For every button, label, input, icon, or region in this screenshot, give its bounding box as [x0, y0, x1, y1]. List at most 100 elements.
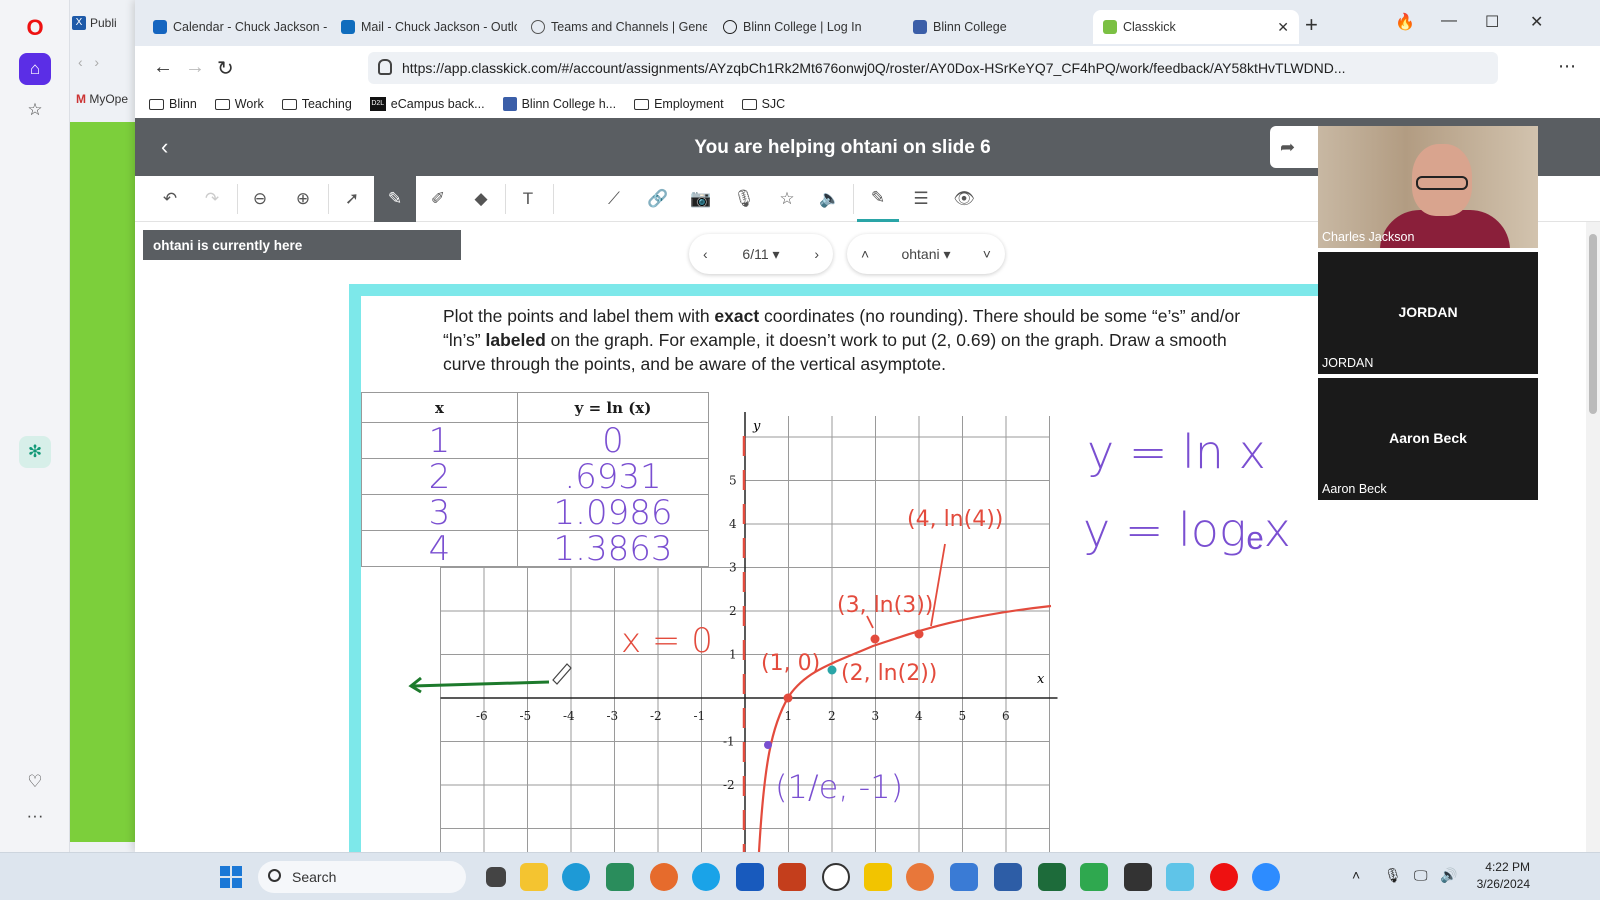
chevron-up-icon[interactable]: ˄ — [1352, 867, 1360, 883]
volume-icon[interactable]: 🔊 — [1440, 867, 1457, 884]
app-icon[interactable] — [692, 863, 720, 891]
opera-logo-icon[interactable]: O — [19, 12, 51, 44]
slide-select[interactable]: 6/11 ▾ — [742, 246, 779, 263]
start-button[interactable] — [220, 866, 242, 888]
taskbar-search[interactable]: Search — [258, 861, 466, 893]
maximize-button[interactable]: ☐ — [1485, 12, 1499, 32]
tab-classkick[interactable]: Classkick ✕ — [1093, 10, 1299, 44]
sticker-icon[interactable]: ☆ — [766, 176, 808, 222]
close-window-button[interactable]: ✕ — [1530, 12, 1543, 32]
y-axis-label: y — [752, 419, 761, 434]
network-icon[interactable]: 🖵 — [1414, 867, 1428, 884]
student-select[interactable]: ohtani ▾ — [901, 246, 950, 263]
word-icon[interactable] — [736, 863, 764, 891]
page-scrollbar[interactable] — [1586, 222, 1600, 852]
audio-icon[interactable]: 🔈 — [809, 176, 851, 222]
line-icon[interactable]: ⟋ — [593, 176, 635, 222]
back-icon[interactable]: ← — [153, 56, 173, 79]
camera-icon[interactable]: 📷 — [680, 176, 722, 222]
menu-icon[interactable]: ⋯ — [1558, 56, 1576, 77]
app-icon[interactable] — [906, 863, 934, 891]
zoom-tile-charles[interactable]: Charles Jackson — [1318, 126, 1538, 248]
y-tick-label: -1 — [723, 735, 735, 749]
toolbar-divider — [853, 184, 854, 214]
app-icon[interactable] — [1124, 863, 1152, 891]
prev-slide-icon[interactable]: ‹ — [703, 246, 708, 262]
new-tab-button[interactable]: + — [1305, 12, 1318, 38]
link-icon[interactable]: 🔗 — [637, 176, 679, 222]
background-tab[interactable]: X Publi — [70, 10, 140, 36]
slide-canvas[interactable]: Plot the points and label them with exac… — [361, 296, 1335, 852]
system-clock[interactable]: 4:22 PM 3/26/2024 — [1470, 859, 1530, 893]
eye-icon[interactable]: 👁 — [943, 176, 985, 222]
app-icon[interactable] — [950, 863, 978, 891]
flame-icon[interactable]: 🔥 — [1395, 12, 1415, 32]
security-icon[interactable] — [378, 59, 392, 75]
y-tick-label: -2 — [723, 778, 735, 792]
background-bookmark[interactable]: M MyOpe — [76, 92, 128, 106]
zoom-in-icon[interactable]: ⊕ — [282, 176, 324, 222]
d2l-icon: D2L — [369, 97, 386, 111]
prev-student-icon[interactable]: ˄ — [861, 246, 869, 262]
bookmark-employment[interactable]: Employment — [634, 97, 724, 111]
bookmark-sjc[interactable]: SJC — [741, 97, 785, 111]
undo-icon[interactable]: ↶ — [149, 176, 191, 222]
zoom-out-icon[interactable]: ⊖ — [239, 176, 281, 222]
line-weight-icon[interactable]: ☰ — [900, 176, 942, 222]
tab-calendar[interactable]: Calendar - Chuck Jackson - O — [143, 10, 329, 44]
highlighter-icon[interactable]: ✐ — [417, 176, 459, 222]
eraser-icon[interactable]: ◆ — [460, 176, 502, 222]
home-icon[interactable]: ⌂ — [19, 53, 51, 85]
microphone-icon[interactable]: 🎙 — [1384, 867, 1402, 884]
edge-icon[interactable] — [562, 863, 590, 891]
file-explorer-icon[interactable] — [520, 863, 548, 891]
blinn-icon — [723, 20, 737, 34]
zoom-icon[interactable] — [1252, 863, 1280, 891]
app-icon[interactable] — [1038, 863, 1066, 891]
scrollbar-thumb[interactable] — [1589, 234, 1597, 414]
app-icon[interactable] — [1080, 863, 1108, 891]
next-slide-icon[interactable]: › — [814, 246, 819, 262]
firefox-icon[interactable] — [650, 863, 678, 891]
pen-icon[interactable]: ✎ — [374, 176, 416, 222]
more-icon[interactable]: ··· — [19, 800, 51, 832]
bookmark-blinn-college[interactable]: Blinn College h... — [502, 97, 616, 111]
zoom-tile-jordan[interactable]: JORDAN JORDAN — [1318, 252, 1538, 374]
tab-label: Blinn College — [933, 20, 1007, 34]
next-student-icon[interactable]: ˅ — [983, 246, 991, 262]
tab-blinn-college[interactable]: Blinn College — [903, 10, 1089, 44]
bookmark-blinn[interactable]: Blinn — [149, 97, 197, 111]
heart-icon[interactable]: ♡ — [19, 766, 51, 798]
close-tab-icon[interactable]: ✕ — [1277, 19, 1289, 36]
tab-teams[interactable]: Teams and Channels | Gener — [521, 10, 707, 44]
text-icon[interactable]: T — [507, 176, 549, 222]
x-tick-label: -6 — [476, 709, 488, 723]
minimize-button[interactable]: — — [1441, 12, 1457, 30]
zoom-tile-aaron[interactable]: Aaron Beck Aaron Beck — [1318, 378, 1538, 500]
reload-icon[interactable]: ↻ — [217, 56, 234, 81]
opera-icon[interactable] — [1210, 863, 1238, 891]
tab-blinn-login[interactable]: Blinn College | Log In — [713, 10, 899, 44]
star-icon[interactable]: ☆ — [19, 94, 51, 126]
clock-time: 4:22 PM — [1485, 860, 1530, 874]
x-tick-label: -5 — [520, 709, 532, 723]
microphone-icon[interactable]: 🎙 — [723, 176, 765, 222]
bookmark-ecampus[interactable]: D2L eCampus back... — [369, 97, 485, 111]
chatgpt-icon[interactable]: ✻ — [19, 436, 51, 468]
color-pen-icon[interactable]: ✎ — [857, 176, 899, 222]
bookmark-work[interactable]: Work — [214, 97, 264, 111]
powerpoint-icon[interactable] — [778, 863, 806, 891]
app-icon[interactable] — [994, 863, 1022, 891]
app-icon[interactable] — [864, 863, 892, 891]
tab-mail[interactable]: Mail - Chuck Jackson - Outlo — [331, 10, 517, 44]
url-field[interactable]: https://app.classkick.com/#/account/assi… — [368, 52, 1498, 84]
app-icon[interactable] — [606, 863, 634, 891]
app-icon[interactable] — [1166, 863, 1194, 891]
bookmark-teaching[interactable]: Teaching — [281, 97, 352, 111]
point-2-ln2 — [827, 665, 837, 675]
redo-icon[interactable]: ↷ — [191, 176, 233, 222]
task-view-icon[interactable] — [486, 867, 506, 887]
geogebra-icon[interactable] — [822, 863, 850, 891]
forward-icon[interactable]: → — [185, 56, 205, 79]
select-icon[interactable]: ➚ — [331, 176, 373, 222]
